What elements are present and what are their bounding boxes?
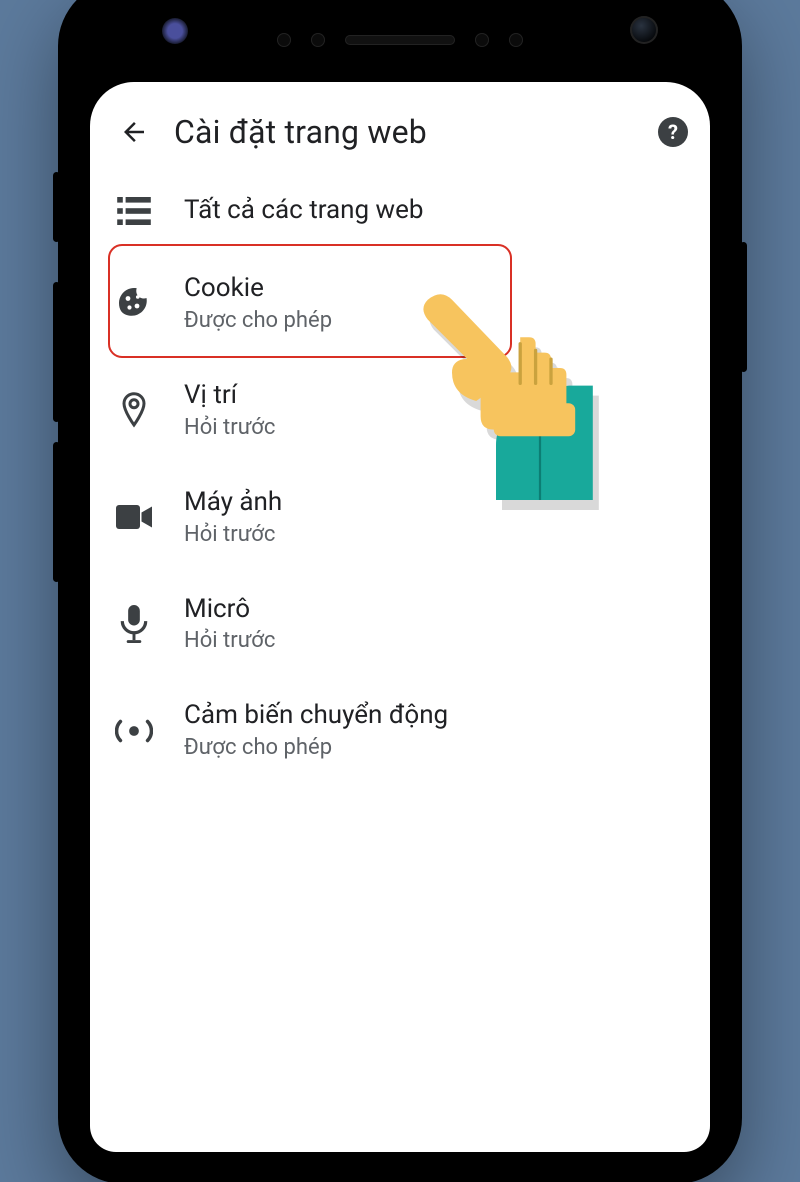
motion-icon (112, 715, 156, 747)
row-label: Tất cả các trang web (184, 196, 423, 226)
row-mic[interactable]: Micrô Hỏi trước (90, 571, 710, 678)
row-label: Cookie (184, 274, 332, 304)
iris-scanner (162, 18, 188, 44)
page-title: Cài đặt trang web (174, 113, 640, 151)
arrow-left-icon (119, 117, 149, 147)
row-cookie[interactable]: Cookie Được cho phép (90, 250, 710, 357)
location-icon (112, 391, 156, 429)
mic-icon (112, 605, 156, 643)
side-button (53, 442, 60, 582)
back-button[interactable] (112, 110, 156, 154)
row-sub: Hỏi trước (184, 522, 282, 547)
app-header: Cài đặt trang web ? (90, 82, 710, 162)
list-icon (112, 197, 156, 225)
row-label: Cảm biến chuyển động (184, 701, 448, 731)
side-button (740, 242, 747, 372)
row-sub: Hỏi trước (184, 415, 275, 440)
screen: Cài đặt trang web ? Tất cả các (90, 82, 710, 1152)
side-button (53, 282, 60, 422)
row-location[interactable]: Vị trí Hỏi trước (90, 357, 710, 464)
row-motion[interactable]: Cảm biến chuyển động Được cho phép (90, 677, 710, 784)
camera-icon (112, 504, 156, 530)
row-label: Máy ảnh (184, 488, 282, 518)
front-camera (630, 16, 658, 44)
settings-list: Tất cả các trang web (90, 162, 710, 824)
row-camera[interactable]: Máy ảnh Hỏi trước (90, 464, 710, 571)
row-all-sites[interactable]: Tất cả các trang web (90, 172, 710, 250)
help-button[interactable]: ? (658, 117, 688, 147)
side-button (53, 172, 60, 242)
help-icon: ? (668, 120, 678, 144)
row-sub: Hỏi trước (184, 628, 275, 653)
row-label: Micrô (184, 595, 275, 625)
row-sub: Được cho phép (184, 308, 332, 333)
phone-frame: Cài đặt trang web ? Tất cả các (60, 0, 740, 1182)
cookie-icon (112, 285, 156, 321)
row-sub: Được cho phép (184, 735, 448, 760)
row-label: Vị trí (184, 381, 275, 411)
